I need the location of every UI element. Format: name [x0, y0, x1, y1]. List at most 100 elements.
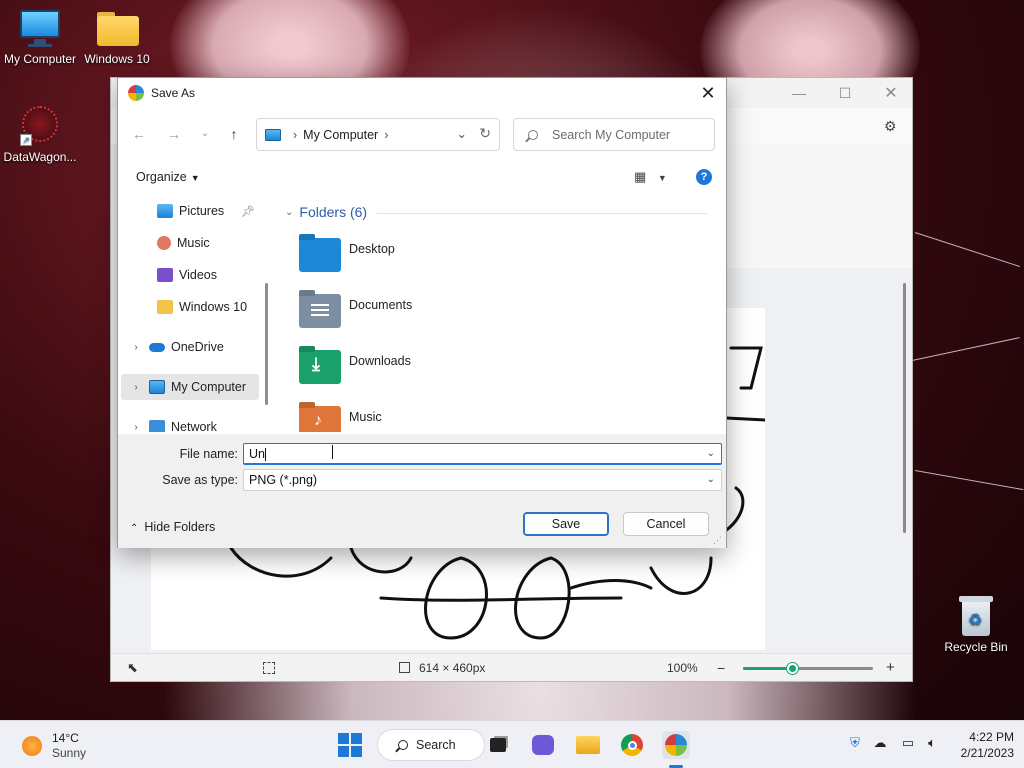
desktop-icon-my-computer[interactable]: My Computer: [0, 8, 80, 66]
navigation-scrollbar[interactable]: [265, 283, 268, 405]
hide-folders-button[interactable]: ⌃ Hide Folders: [130, 520, 215, 534]
nav-item-pictures[interactable]: Pictures 📌︎: [121, 198, 259, 224]
weather-widget[interactable]: 14°C Sunny: [22, 731, 86, 761]
close-button[interactable]: ✕: [868, 78, 914, 108]
folder-item-desktop[interactable]: Desktop: [299, 238, 599, 288]
organize-button[interactable]: Organize ▼: [136, 170, 200, 184]
chrome-icon: [621, 734, 643, 756]
network-icon: [149, 420, 165, 432]
folder-content-pane: ⌄ Folders (6) Desktop Documents ⤓ Downlo…: [275, 196, 715, 432]
command-bar: Organize ▼ ▦ ▼ ?: [118, 162, 726, 192]
canvas-size-icon: [399, 662, 410, 673]
volume-icon[interactable]: 🔈︎: [923, 735, 941, 753]
folder-name: Documents: [349, 298, 413, 312]
weather-condition: Sunny: [52, 746, 87, 760]
folder-name: Downloads: [349, 354, 411, 368]
pin-icon[interactable]: 📌︎: [241, 205, 255, 218]
organize-label: Organize: [136, 170, 187, 184]
file-name-dropdown-icon[interactable]: ⌄: [707, 444, 715, 464]
dialog-close-button[interactable]: ✕: [696, 82, 720, 104]
paint-taskbar-button[interactable]: [662, 731, 690, 759]
back-arrow-icon[interactable]: ←: [128, 124, 150, 144]
share-icon[interactable]: ⚙: [884, 118, 897, 135]
chevron-up-icon: ⌃: [130, 523, 139, 534]
view-options-button[interactable]: ▦ ▼: [634, 169, 667, 185]
desktop-icon-label: Windows 10: [84, 52, 150, 66]
expand-chevron-icon[interactable]: ›: [127, 342, 145, 353]
folders-group-header[interactable]: ⌄ Folders (6): [285, 204, 367, 220]
expand-chevron-icon[interactable]: ›: [127, 422, 145, 433]
desktop-icon-windows-10[interactable]: Windows 10: [77, 8, 157, 66]
nav-item-label: Windows 10: [179, 300, 248, 314]
pointer-icon: ⬉: [127, 659, 138, 675]
task-view-button[interactable]: [484, 731, 512, 759]
help-icon[interactable]: ?: [696, 169, 712, 185]
file-explorer-button[interactable]: [574, 731, 602, 759]
nav-item-music[interactable]: Music: [121, 230, 259, 256]
teams-chat-button[interactable]: [529, 731, 557, 759]
save-as-type-select[interactable]: PNG (*.png) ⌄: [243, 469, 722, 491]
address-bar[interactable]: › My Computer › ⌄ ↻: [256, 118, 500, 151]
start-button[interactable]: [336, 731, 364, 759]
dialog-title: Save As: [151, 86, 196, 100]
zoom-slider-thumb[interactable]: [787, 663, 799, 674]
nav-item-windows-10[interactable]: Windows 10: [121, 294, 259, 320]
vertical-scrollbar[interactable]: [903, 283, 906, 533]
desktop-icon-recycle-bin[interactable]: ♻ Recycle Bin: [938, 596, 1014, 654]
taskbar-search-button[interactable]: Search: [377, 729, 485, 761]
zoom-in-button[interactable]: +: [886, 659, 895, 676]
search-input[interactable]: Search My Computer: [513, 118, 715, 151]
save-as-type-dropdown-icon[interactable]: ⌄: [707, 470, 715, 490]
sun-icon: [22, 736, 42, 756]
cancel-button[interactable]: Cancel: [623, 512, 709, 536]
windows-logo-icon: [338, 733, 362, 757]
network-offline-icon[interactable]: ☁: [871, 735, 889, 753]
resize-grip-icon[interactable]: ⋰: [713, 535, 722, 546]
recent-locations-chevron-icon[interactable]: ⌄: [194, 124, 216, 144]
file-name-input[interactable]: Un ⌄: [243, 443, 722, 465]
canvas-edge: [727, 144, 912, 268]
security-shield-icon[interactable]: ⛨: [846, 735, 864, 753]
display-icon[interactable]: ▭: [899, 735, 917, 753]
nav-item-my-computer[interactable]: › My Computer: [121, 374, 259, 400]
address-dropdown-icon[interactable]: ⌄: [457, 126, 467, 141]
clock[interactable]: 4:22 PM 2/21/2023: [948, 729, 1014, 761]
folder-item-music[interactable]: ♪ Music: [299, 406, 599, 432]
save-as-type-value: PNG (*.png): [249, 473, 318, 487]
save-button[interactable]: Save: [523, 512, 609, 536]
breadcrumb-chevron-icon[interactable]: ›: [384, 128, 388, 142]
nav-item-label: Music: [177, 236, 210, 250]
documents-folder-icon: [299, 294, 341, 328]
refresh-icon[interactable]: ↻: [479, 125, 491, 142]
desktop-icon-label: Recycle Bin: [944, 640, 1008, 654]
folder-icon: [157, 300, 173, 314]
nav-item-label: My Computer: [171, 380, 247, 394]
desktop-folder-icon: [299, 238, 341, 272]
zoom-slider[interactable]: [743, 663, 873, 674]
monitor-icon: [265, 128, 281, 141]
desktop-icon-label: My Computer: [3, 52, 77, 66]
chrome-button[interactable]: [618, 731, 646, 759]
downloads-folder-icon: ⤓: [299, 350, 341, 384]
videos-icon: [157, 268, 173, 282]
nav-item-onedrive[interactable]: › OneDrive: [121, 334, 259, 360]
save-as-dialog: Save As ✕ ← → ⌄ ↑ › My Computer › ⌄ ↻ Se…: [117, 77, 727, 548]
forward-arrow-icon[interactable]: →: [163, 124, 185, 144]
nav-item-network[interactable]: › Network: [121, 414, 259, 432]
group-divider: [377, 213, 707, 214]
desktop-icon-datawagon[interactable]: ↗ DataWagon...: [0, 106, 80, 164]
zoom-out-button[interactable]: −: [717, 660, 725, 676]
collapse-chevron-icon[interactable]: ⌄: [285, 207, 293, 218]
caret-down-icon: ▼: [657, 173, 667, 183]
breadcrumb-my-computer[interactable]: My Computer: [303, 128, 378, 142]
nav-item-videos[interactable]: Videos: [121, 262, 259, 288]
up-arrow-icon[interactable]: ↑: [223, 124, 245, 144]
minimize-button[interactable]: —: [776, 78, 822, 108]
folder-item-downloads[interactable]: ⤓ Downloads: [299, 350, 599, 400]
folder-item-documents[interactable]: Documents: [299, 294, 599, 344]
paint-status-bar: ⬉ 614 × 460px 100% − +: [111, 653, 912, 681]
expand-chevron-icon[interactable]: ›: [127, 382, 145, 393]
maximize-button[interactable]: ☐: [822, 78, 868, 108]
file-explorer-icon: [576, 736, 600, 754]
clock-time: 4:22 PM: [969, 730, 1014, 744]
